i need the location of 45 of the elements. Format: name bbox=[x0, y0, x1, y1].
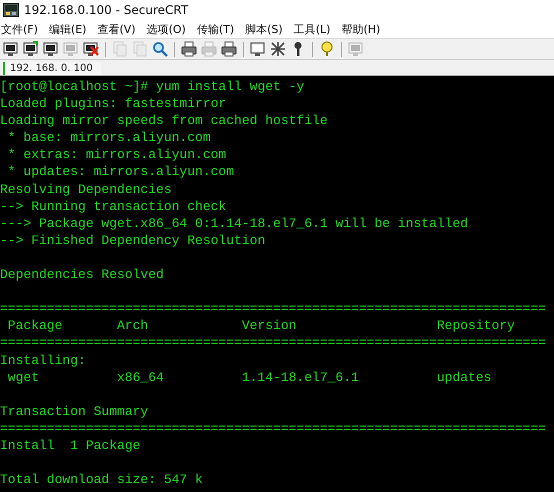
table-cell: 1.14-18.el7_6.1 bbox=[242, 370, 359, 385]
terminal-line: * updates: mirrors.aliyun.com bbox=[6, 163, 234, 181]
menu-item[interactable]: 脚本(S) bbox=[245, 22, 283, 36]
monitor-icon[interactable] bbox=[250, 41, 266, 57]
terminal-line: Loaded plugins: fastestmirror bbox=[0, 95, 226, 112]
terminal-line: Resolving Dependencies bbox=[0, 180, 172, 198]
printer-icon[interactable] bbox=[181, 41, 197, 57]
printer-icon[interactable] bbox=[221, 41, 237, 57]
menu-item[interactable]: 传输(T) bbox=[196, 22, 234, 36]
terminal-line: Dependencies Resolved bbox=[0, 266, 164, 284]
terminal-line: [root@localhost ~]# yum install wget -y bbox=[0, 78, 304, 96]
disconnect-icon[interactable] bbox=[83, 41, 99, 57]
terminal-line: Total download size: 547 k bbox=[0, 471, 203, 488]
search-icon[interactable] bbox=[152, 41, 168, 57]
separator-line: ====================================================================== bbox=[0, 420, 546, 437]
terminal-line: * base: mirrors.aliyun.com bbox=[6, 129, 211, 146]
table-cell: Version bbox=[242, 318, 296, 334]
terminal-line: Installing: bbox=[0, 352, 86, 369]
separator-line: ====================================================================== bbox=[0, 300, 546, 318]
monitor-icon[interactable] bbox=[43, 41, 59, 57]
terminal-line: Transaction Summary bbox=[0, 402, 148, 420]
table-cell: Package bbox=[8, 318, 62, 334]
menu-item[interactable]: 查看(V) bbox=[97, 22, 136, 36]
table-cell: wget bbox=[8, 370, 40, 385]
menu-item[interactable]: 编辑(E) bbox=[48, 22, 86, 36]
terminal-line: * extras: mirrors.aliyun.com bbox=[6, 146, 226, 164]
table-cell: Repository bbox=[436, 318, 515, 334]
session-tab[interactable]: 192. 168. 0. 100 bbox=[3, 62, 101, 75]
terminal-line: Install 1 Package bbox=[0, 436, 140, 454]
table-cell: Arch bbox=[117, 318, 148, 334]
separator-line: ====================================================================== bbox=[0, 334, 546, 352]
terminal-line: Loading mirror speeds from cached hostfile bbox=[0, 112, 328, 130]
monitor-icon[interactable] bbox=[23, 41, 39, 57]
terminal-line: --> Running transaction check bbox=[0, 198, 226, 215]
table-cell: updates bbox=[436, 370, 492, 385]
monitor-icon[interactable] bbox=[3, 41, 19, 57]
menu-item[interactable]: 帮助(H) bbox=[341, 22, 380, 36]
menu-item[interactable]: 工具(L) bbox=[294, 22, 330, 36]
window-title: 192.168.0.100 - SecureCRT bbox=[24, 3, 188, 17]
terminal-line: --> Finished Dependency Resolution bbox=[0, 232, 266, 249]
menu-item[interactable]: 选项(O) bbox=[146, 22, 186, 36]
table-cell: x86_64 bbox=[117, 370, 164, 385]
menu-item[interactable]: 文件(F) bbox=[1, 22, 38, 36]
terminal-line: ---> Package wget.x86_64 0:1.14-18.el7_6.1 will be installed bbox=[0, 214, 468, 232]
terminal-app-icon bbox=[3, 3, 19, 17]
